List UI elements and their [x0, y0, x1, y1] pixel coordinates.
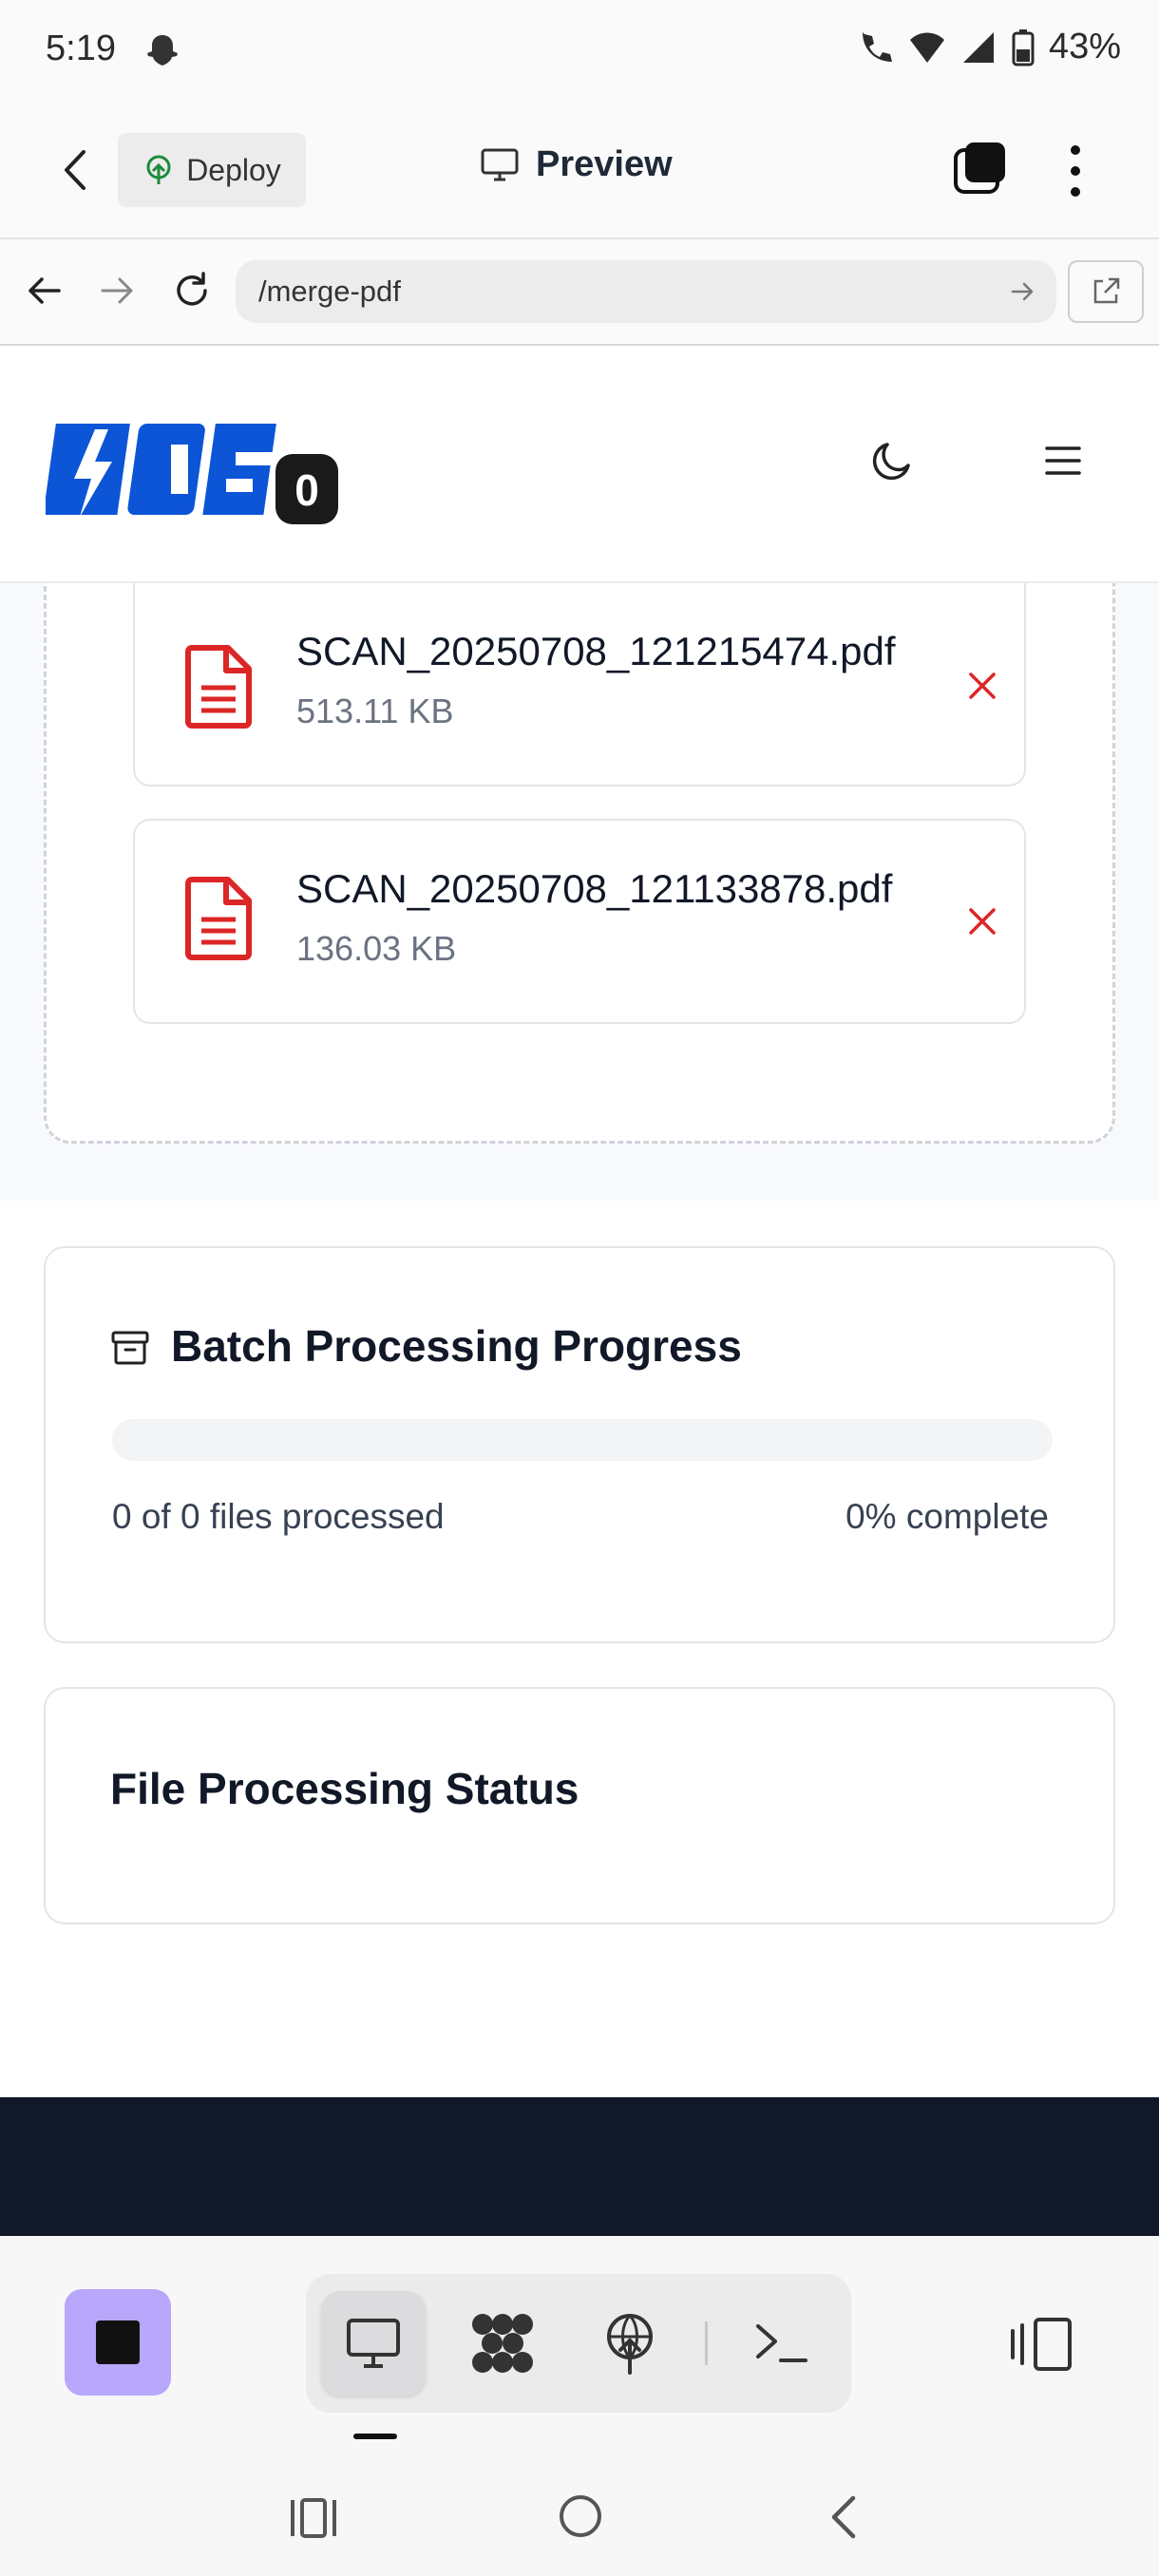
- preview-tab[interactable]: Preview: [481, 144, 673, 185]
- percent-complete-text: 0% complete: [846, 1497, 1049, 1536]
- deploy-icon: [607, 2314, 653, 2375]
- remove-file-button[interactable]: [960, 663, 1005, 709]
- file-item: SCAN_20250708_121133878.pdf 136.03 KB: [133, 819, 1026, 1024]
- hamburger-menu-icon[interactable]: [1043, 441, 1083, 481]
- dark-mode-toggle-icon[interactable]: [868, 439, 914, 484]
- file-name: SCAN_20250708_121133878.pdf: [296, 866, 893, 911]
- logo-badge: 0: [294, 465, 319, 515]
- stop-icon: [96, 2320, 140, 2364]
- wifi-call-icon: [862, 31, 892, 62]
- file-size: 513.11 KB: [296, 691, 454, 730]
- site-header: 0: [0, 346, 1159, 583]
- dock-preview-button[interactable]: [321, 2291, 426, 2396]
- file-item: SCAN_20250708_121215474.pdf 513.11 KB: [133, 583, 1026, 786]
- dock-deploy-button[interactable]: [578, 2291, 682, 2396]
- snapchat-icon: [147, 35, 178, 66]
- dock-workspace-button[interactable]: [450, 2291, 555, 2396]
- bottom-dock: [0, 2236, 1159, 2458]
- wifi-icon: [909, 32, 944, 63]
- monitor-icon: [481, 148, 519, 180]
- batch-progress-card: Batch Processing Progress 0 of 0 files p…: [44, 1246, 1115, 1643]
- split-view-icon[interactable]: [1009, 2316, 1075, 2373]
- go-arrow-icon[interactable]: [1011, 281, 1036, 302]
- more-menu-icon[interactable]: [1066, 142, 1085, 199]
- dock-divider: [705, 2321, 708, 2365]
- view-switcher: [306, 2274, 851, 2413]
- file-status-title: File Processing Status: [110, 1764, 580, 1813]
- system-nav-bar: [0, 2458, 1159, 2576]
- deploy-icon: [146, 155, 171, 184]
- file-size: 136.03 KB: [296, 929, 457, 968]
- pdf-file-icon: [185, 645, 252, 729]
- open-external-button[interactable]: [1068, 260, 1144, 323]
- status-icons: 43%: [857, 27, 1121, 67]
- site-logo[interactable]: 0: [43, 416, 340, 528]
- browser-back-icon[interactable]: [25, 272, 63, 310]
- active-indicator: [353, 2434, 397, 2439]
- close-icon: [969, 908, 996, 935]
- system-back-icon[interactable]: [826, 2494, 859, 2540]
- nodes-icon: [472, 2314, 533, 2373]
- batch-progress-bar: [112, 1419, 1053, 1461]
- url-text: /merge-pdf: [258, 275, 401, 308]
- app-header: Deploy Preview: [0, 101, 1159, 239]
- battery-icon: [1012, 28, 1035, 66]
- deploy-label: Deploy: [186, 152, 281, 187]
- browser-toolbar: /merge-pdf: [0, 239, 1159, 346]
- main-content: SCAN_20250708_121215474.pdf 513.11 KB SC…: [0, 583, 1159, 2097]
- status-time: 5:19: [46, 28, 116, 68]
- close-icon: [969, 672, 996, 699]
- status-bar: 5:19 43%: [0, 0, 1159, 101]
- external-link-icon: [1093, 277, 1120, 304]
- url-input[interactable]: /merge-pdf: [236, 260, 1056, 323]
- recent-apps-icon[interactable]: [289, 2496, 338, 2540]
- files-processed-text: 0 of 0 files processed: [112, 1497, 445, 1536]
- archive-icon: [111, 1331, 149, 1365]
- file-name: SCAN_20250708_121215474.pdf: [296, 629, 896, 673]
- reload-icon[interactable]: [171, 270, 213, 312]
- battery-percent: 43%: [1048, 27, 1121, 66]
- back-icon[interactable]: [57, 148, 95, 192]
- deploy-button[interactable]: Deploy: [118, 133, 306, 207]
- browser-forward-icon[interactable]: [99, 272, 137, 310]
- stop-button[interactable]: [65, 2289, 171, 2396]
- logo-mark: 0: [43, 424, 338, 524]
- remove-file-button[interactable]: [960, 899, 1005, 944]
- pdf-file-icon: [185, 877, 252, 960]
- batch-progress-title: Batch Processing Progress: [171, 1321, 742, 1371]
- monitor-icon: [347, 2319, 400, 2368]
- home-icon[interactable]: [557, 2492, 604, 2540]
- dock-shell-button[interactable]: [730, 2291, 834, 2396]
- site-footer: [0, 2097, 1159, 2236]
- tabs-icon[interactable]: [952, 141, 1007, 196]
- terminal-icon: [756, 2324, 808, 2362]
- preview-label: Preview: [536, 144, 673, 184]
- signal-icon: [962, 31, 994, 63]
- upload-section: SCAN_20250708_121215474.pdf 513.11 KB SC…: [0, 583, 1159, 1201]
- file-status-card: File Processing Status: [44, 1687, 1115, 1924]
